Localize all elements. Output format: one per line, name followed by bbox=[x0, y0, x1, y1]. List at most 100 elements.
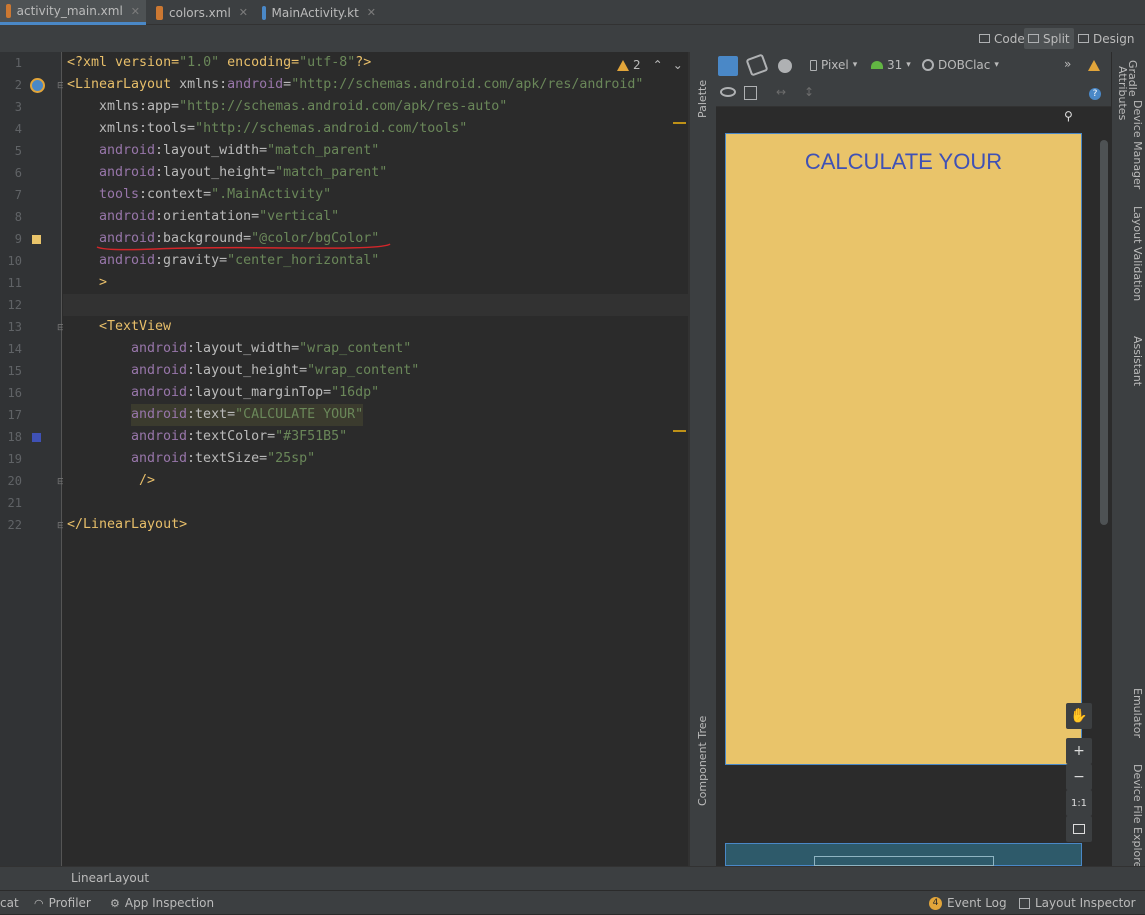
code-token: android bbox=[131, 429, 188, 444]
design-mode-label: Design bbox=[1093, 31, 1135, 46]
horizontal-resize-icon[interactable]: ↔ bbox=[776, 85, 786, 99]
chevron-up-icon[interactable]: ⌃ bbox=[653, 58, 663, 72]
kotlin-file-icon bbox=[262, 5, 266, 20]
eye-icon[interactable] bbox=[720, 87, 736, 97]
color-swatch-icon[interactable] bbox=[32, 433, 41, 442]
vertical-resize-icon[interactable]: ↕ bbox=[804, 85, 814, 99]
code-token: "25sp" bbox=[267, 451, 316, 466]
logcat-tab[interactable]: cat bbox=[0, 891, 19, 915]
code-token: </LinearLayout> bbox=[67, 517, 188, 532]
code-line: /> bbox=[139, 470, 155, 492]
code-token: "match_parent" bbox=[267, 143, 380, 158]
code-mode-button[interactable]: Code bbox=[975, 28, 1029, 49]
night-mode-icon[interactable] bbox=[778, 59, 792, 73]
layout-inspector-label: Layout Inspector bbox=[1035, 896, 1136, 910]
code-token: :orientation= bbox=[155, 209, 260, 224]
layout-validation-tab[interactable]: Layout Validation bbox=[1131, 206, 1144, 301]
app-inspection-label: App Inspection bbox=[124, 896, 215, 910]
zoom-in-button[interactable]: + bbox=[1066, 738, 1092, 764]
code-token: :layout_width= bbox=[155, 143, 268, 158]
chevron-down-icon: ▾ bbox=[852, 60, 858, 70]
code-token: <?xml version= bbox=[67, 55, 180, 70]
code-token: :textColor= bbox=[187, 429, 276, 444]
help-icon[interactable]: ? bbox=[1089, 88, 1101, 100]
tab-label: activity_main.xml bbox=[16, 4, 123, 18]
device-selector[interactable]: Pixel ▾ bbox=[810, 58, 857, 72]
emulator-tab[interactable]: Emulator bbox=[1131, 688, 1144, 738]
line-number: 10 bbox=[7, 254, 22, 268]
breadcrumb-item[interactable]: LinearLayout bbox=[71, 871, 149, 885]
layout-inspector-tab[interactable]: Layout Inspector bbox=[1019, 891, 1136, 915]
theme-selector[interactable]: DOBClac ▾ bbox=[922, 58, 999, 72]
layers-icon[interactable] bbox=[718, 56, 738, 76]
warning-stripe-marker[interactable] bbox=[673, 122, 686, 124]
close-icon[interactable]: ✕ bbox=[239, 6, 248, 19]
event-log-label: Event Log bbox=[947, 896, 1007, 910]
zoom-controls: ✋ + − 1:1 bbox=[1066, 703, 1092, 843]
tab-mainactivity[interactable]: MainActivity.kt ✕ bbox=[256, 0, 382, 25]
tab-activity-main[interactable]: activity_main.xml ✕ bbox=[0, 0, 146, 25]
component-tree-tab[interactable]: Component Tree bbox=[696, 716, 709, 806]
code-editor[interactable]: <?xml version="1.0" encoding="utf-8"?> <… bbox=[63, 52, 688, 866]
code-view-icon bbox=[979, 34, 990, 43]
blueprint-icon[interactable] bbox=[744, 86, 757, 100]
warning-stripe-marker[interactable] bbox=[673, 430, 686, 432]
pan-hand-icon[interactable]: ✋ bbox=[1066, 703, 1092, 729]
zoom-fit-button[interactable] bbox=[1066, 816, 1092, 842]
warning-icon[interactable] bbox=[1088, 60, 1100, 74]
inspection-widget[interactable]: 2 ⌃ ⌄ bbox=[617, 58, 683, 72]
line-number: 4 bbox=[14, 122, 22, 136]
preview-textview[interactable]: CALCULATE YOUR bbox=[726, 149, 1081, 175]
code-token: ".MainActivity" bbox=[211, 187, 332, 202]
code-token: "http://schemas.android.com/apk/res/andr… bbox=[291, 77, 644, 92]
blueprint-textview[interactable] bbox=[814, 856, 994, 866]
pin-icon[interactable]: ⚲ bbox=[1064, 109, 1073, 123]
design-mode-button[interactable]: Design bbox=[1074, 28, 1138, 49]
code-token: "http://schemas.android.com/tools" bbox=[195, 121, 468, 136]
tab-colors[interactable]: colors.xml ✕ bbox=[150, 0, 254, 25]
line-number: 5 bbox=[14, 144, 22, 158]
more-chevrons-icon[interactable]: » bbox=[1064, 57, 1071, 71]
layout-inspector-icon bbox=[1019, 897, 1030, 909]
color-swatch-icon[interactable] bbox=[32, 235, 41, 244]
api-label: 31 bbox=[887, 58, 903, 72]
split-mode-button[interactable]: Split bbox=[1024, 28, 1074, 49]
app-inspection-tab[interactable]: ⚙ App Inspection bbox=[110, 891, 214, 915]
event-log-tab[interactable]: 4 Event Log bbox=[929, 891, 1007, 915]
blueprint-preview[interactable] bbox=[725, 843, 1082, 866]
vertical-scrollbar[interactable] bbox=[1100, 140, 1108, 525]
palette-tab[interactable]: Palette bbox=[696, 80, 709, 118]
code-line: tools:context=".MainActivity" bbox=[99, 184, 331, 206]
zoom-actual-button[interactable]: 1:1 bbox=[1066, 790, 1092, 816]
line-number: 11 bbox=[7, 276, 22, 290]
chevron-down-icon: ▾ bbox=[906, 60, 911, 70]
phone-icon bbox=[810, 59, 817, 71]
line-number-gutter: 1 2 3 4 5 6 7 8 9 10 11 12 13 14 15 16 1… bbox=[0, 52, 86, 866]
device-label: Pixel bbox=[821, 58, 849, 72]
device-manager-tab[interactable]: Device Manager bbox=[1131, 100, 1144, 189]
line-number: 20 bbox=[7, 474, 22, 488]
orientation-icon[interactable] bbox=[745, 53, 769, 77]
activity-link-icon[interactable] bbox=[30, 78, 45, 93]
zoom-out-button[interactable]: − bbox=[1066, 764, 1092, 790]
device-file-explorer-tab[interactable]: Device File Explorer bbox=[1131, 764, 1144, 873]
chevron-down-icon[interactable]: ⌄ bbox=[673, 58, 683, 72]
code-token: android bbox=[99, 253, 156, 268]
layout-preview[interactable]: CALCULATE YOUR bbox=[725, 133, 1082, 765]
code-token: xmlns:app= bbox=[99, 99, 180, 114]
code-token: xmlns:tools= bbox=[99, 121, 196, 136]
code-token: "#3F51B5" bbox=[275, 429, 348, 444]
code-token: :layout_marginTop= bbox=[187, 385, 332, 400]
attributes-tab[interactable]: Attributes bbox=[1116, 66, 1129, 120]
editor-mode-bar: Code Split Design bbox=[0, 25, 1145, 52]
xml-file-icon bbox=[156, 5, 164, 20]
close-icon[interactable]: ✕ bbox=[367, 6, 376, 19]
code-token: <TextView bbox=[99, 319, 172, 334]
code-line: android:orientation="vertical" bbox=[99, 206, 339, 228]
profiler-tab[interactable]: ◠ Profiler bbox=[34, 891, 91, 915]
close-icon[interactable]: ✕ bbox=[131, 5, 140, 18]
api-selector[interactable]: 31 ▾ bbox=[871, 58, 911, 72]
assistant-tab[interactable]: Assistant bbox=[1131, 336, 1144, 386]
code-token: "match_parent" bbox=[275, 165, 388, 180]
code-token: "1.0" bbox=[179, 55, 220, 70]
